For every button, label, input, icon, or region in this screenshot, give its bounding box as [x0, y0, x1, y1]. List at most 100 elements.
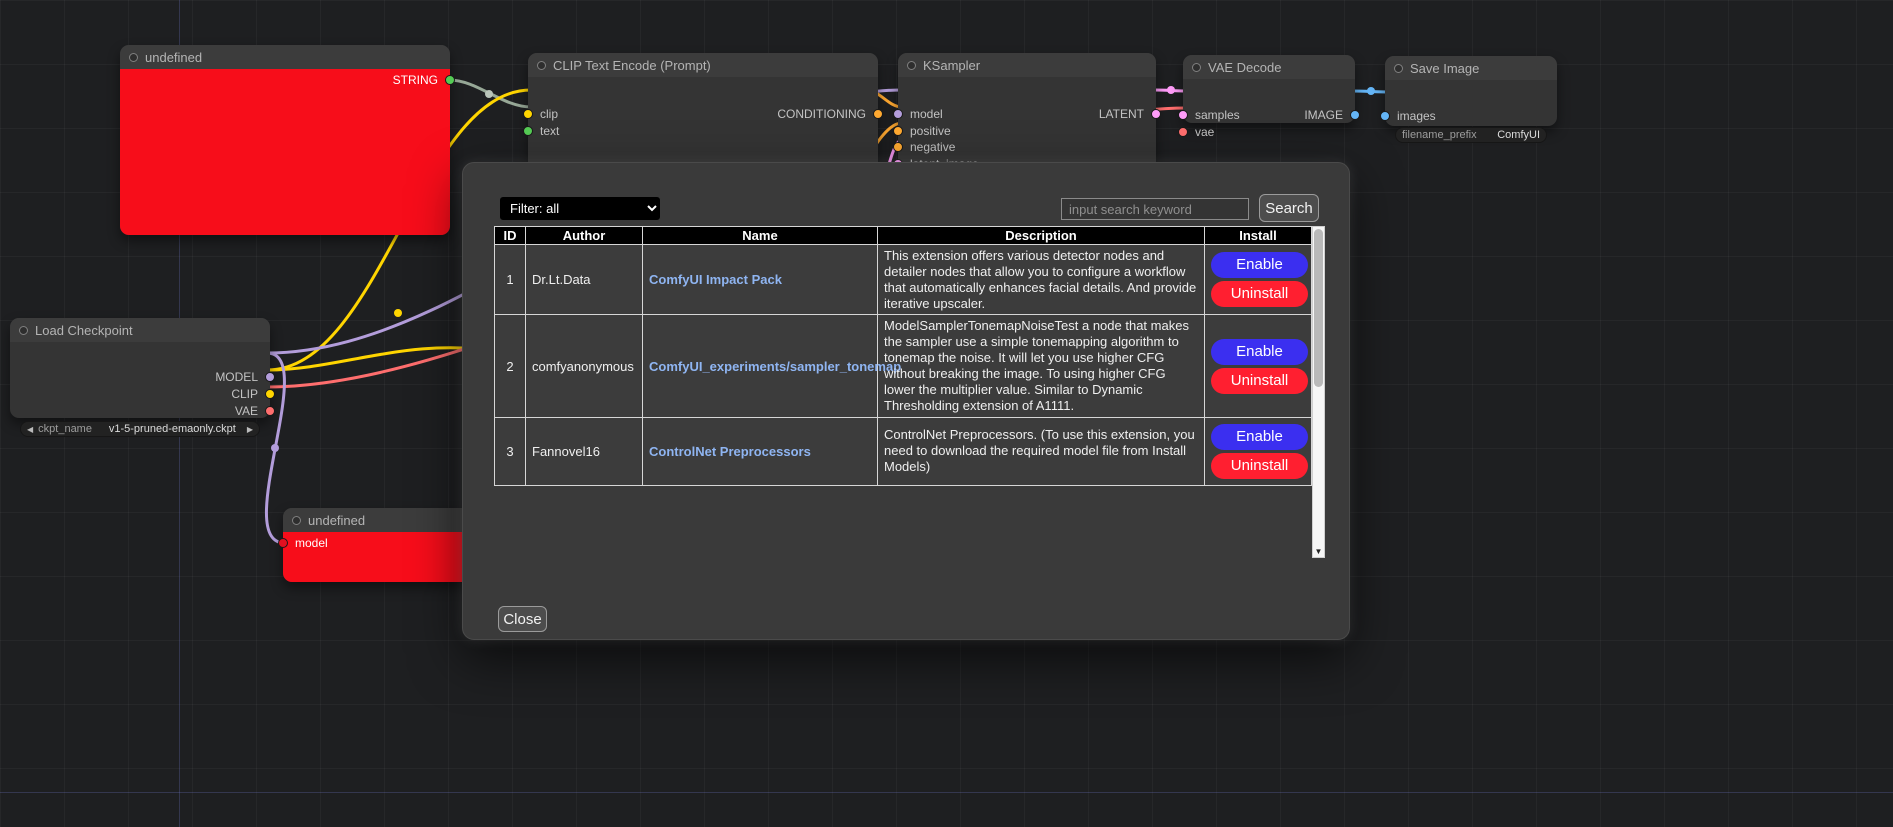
table-scrollbar[interactable]: ▼ — [1312, 226, 1325, 558]
input-clip[interactable]: clip — [528, 106, 560, 122]
node-title: CLIP Text Encode (Prompt) — [553, 58, 711, 73]
extension-link[interactable]: ComfyUI_experiments/sampler_tonemap — [649, 359, 901, 374]
collapse-dot-icon[interactable] — [537, 61, 546, 70]
extension-link[interactable]: ControlNet Preprocessors — [649, 444, 811, 459]
collapse-dot-icon[interactable] — [292, 516, 301, 525]
wire-dot — [394, 309, 402, 317]
table-row: 1 Dr.Lt.Data ComfyUI Impact Pack This ex… — [495, 245, 1312, 315]
output-conditioning[interactable]: CONDITIONING — [775, 106, 878, 122]
wire-dot — [485, 90, 493, 98]
image-port-icon[interactable] — [1380, 111, 1390, 121]
input-model[interactable]: model — [283, 535, 330, 551]
extensions-table-wrap: ID Author Name Description Install 1 Dr.… — [494, 226, 1325, 558]
conditioning-port-icon[interactable] — [893, 142, 903, 152]
latent-port-icon[interactable] — [1178, 110, 1188, 120]
scrollbar-down-arrow-icon[interactable]: ▼ — [1313, 547, 1324, 556]
increment-arrow-icon[interactable]: ▶ — [247, 425, 253, 434]
collapse-dot-icon[interactable] — [1394, 64, 1403, 73]
enable-button[interactable]: Enable — [1211, 252, 1308, 278]
custom-nodes-manager-dialog: Filter: all Search ID Author Name Descri… — [462, 162, 1350, 640]
cell-id: 3 — [495, 417, 526, 485]
vae-port-icon[interactable] — [265, 406, 275, 416]
cell-description: This extension offers various detector n… — [878, 245, 1205, 315]
collapse-dot-icon[interactable] — [129, 53, 138, 62]
node-header[interactable]: Save Image — [1385, 56, 1557, 80]
output-vae[interactable]: VAE — [233, 403, 270, 419]
output-latent[interactable]: LATENT — [1097, 106, 1156, 122]
scrollbar-thumb[interactable] — [1314, 229, 1323, 387]
table-row: 3 Fannovel16 ControlNet Preprocessors Co… — [495, 417, 1312, 485]
enable-button[interactable]: Enable — [1211, 339, 1308, 365]
cell-id: 2 — [495, 315, 526, 417]
output-model[interactable]: MODEL — [213, 369, 270, 385]
node-header[interactable]: undefined — [120, 45, 450, 69]
table-header-row: ID Author Name Description Install — [495, 227, 1312, 245]
node-title: VAE Decode — [1208, 60, 1281, 75]
node-title: KSampler — [923, 58, 980, 73]
node-header[interactable]: KSampler — [898, 53, 1156, 77]
input-vae[interactable]: vae — [1183, 124, 1216, 140]
node-header[interactable]: CLIP Text Encode (Prompt) — [528, 53, 878, 77]
node-title: Save Image — [1410, 61, 1479, 76]
enable-button[interactable]: Enable — [1211, 424, 1308, 450]
cell-description: ControlNet Preprocessors. (To use this e… — [878, 417, 1205, 485]
uninstall-button[interactable]: Uninstall — [1211, 368, 1308, 394]
uninstall-button[interactable]: Uninstall — [1211, 453, 1308, 479]
uninstall-button[interactable]: Uninstall — [1211, 281, 1308, 307]
wire-dot — [1367, 87, 1375, 95]
model-port-icon[interactable] — [265, 372, 275, 382]
filter-select[interactable]: Filter: all — [499, 196, 661, 221]
extension-link[interactable]: ComfyUI Impact Pack — [649, 272, 782, 287]
model-port-icon[interactable] — [278, 538, 288, 548]
input-negative[interactable]: negative — [898, 139, 957, 155]
collapse-dot-icon[interactable] — [907, 61, 916, 70]
node-body: STRING — [120, 69, 450, 235]
collapse-dot-icon[interactable] — [19, 326, 28, 335]
node-title: undefined — [145, 50, 202, 65]
node-vae-decode[interactable]: VAE Decode samples vae IMAGE — [1183, 55, 1355, 123]
node-undefined-top[interactable]: undefined STRING — [120, 45, 450, 235]
input-text[interactable]: text — [528, 123, 561, 139]
header-install: Install — [1205, 227, 1312, 245]
node-header[interactable]: Load Checkpoint — [10, 318, 270, 342]
filename-prefix-widget[interactable]: filename_prefix ComfyUI — [1395, 127, 1547, 143]
image-port-icon[interactable] — [1350, 110, 1360, 120]
collapse-dot-icon[interactable] — [1192, 63, 1201, 72]
output-image[interactable]: IMAGE — [1302, 107, 1355, 123]
clip-port-icon[interactable] — [265, 389, 275, 399]
cell-author: Fannovel16 — [526, 417, 643, 485]
comfyui-canvas[interactable]: undefined STRING CLIP Text Encode (Promp… — [0, 0, 1893, 827]
cell-author: Dr.Lt.Data — [526, 245, 643, 315]
vae-port-icon[interactable] — [1178, 127, 1188, 137]
search-input[interactable] — [1061, 198, 1249, 220]
ckpt-name-widget[interactable]: ◀ ckpt_name v1-5-pruned-emaonly.ckpt ▶ — [20, 421, 260, 437]
node-title: undefined — [308, 513, 365, 528]
input-samples[interactable]: samples — [1183, 107, 1242, 123]
input-model[interactable]: model — [898, 106, 945, 122]
header-name: Name — [643, 227, 878, 245]
cell-author: comfyanonymous — [526, 315, 643, 417]
close-button[interactable]: Close — [498, 606, 547, 632]
wire-dot — [1167, 86, 1175, 94]
node-load-checkpoint[interactable]: Load Checkpoint MODEL CLIP VAE ◀ ckpt_na… — [10, 318, 270, 418]
string-port-icon[interactable] — [445, 75, 455, 85]
model-port-icon[interactable] — [893, 109, 903, 119]
cell-description: ModelSamplerTonemapNoiseTest a node that… — [878, 315, 1205, 417]
clip-port-icon[interactable] — [523, 109, 533, 119]
node-save-image[interactable]: Save Image images filename_prefix ComfyU… — [1385, 56, 1557, 126]
conditioning-port-icon[interactable] — [873, 109, 883, 119]
output-string[interactable]: STRING — [391, 72, 450, 88]
string-port-icon[interactable] — [523, 126, 533, 136]
output-clip[interactable]: CLIP — [229, 386, 270, 402]
input-positive[interactable]: positive — [898, 123, 953, 139]
conditioning-port-icon[interactable] — [893, 126, 903, 136]
header-id: ID — [495, 227, 526, 245]
input-images[interactable]: images — [1385, 108, 1438, 124]
table-row: 2 comfyanonymous ComfyUI_experiments/sam… — [495, 315, 1312, 417]
decrement-arrow-icon[interactable]: ◀ — [27, 425, 33, 434]
search-button[interactable]: Search — [1259, 194, 1319, 222]
header-description: Description — [878, 227, 1205, 245]
extensions-table: ID Author Name Description Install 1 Dr.… — [494, 226, 1312, 486]
latent-port-icon[interactable] — [1151, 109, 1161, 119]
node-header[interactable]: VAE Decode — [1183, 55, 1355, 79]
